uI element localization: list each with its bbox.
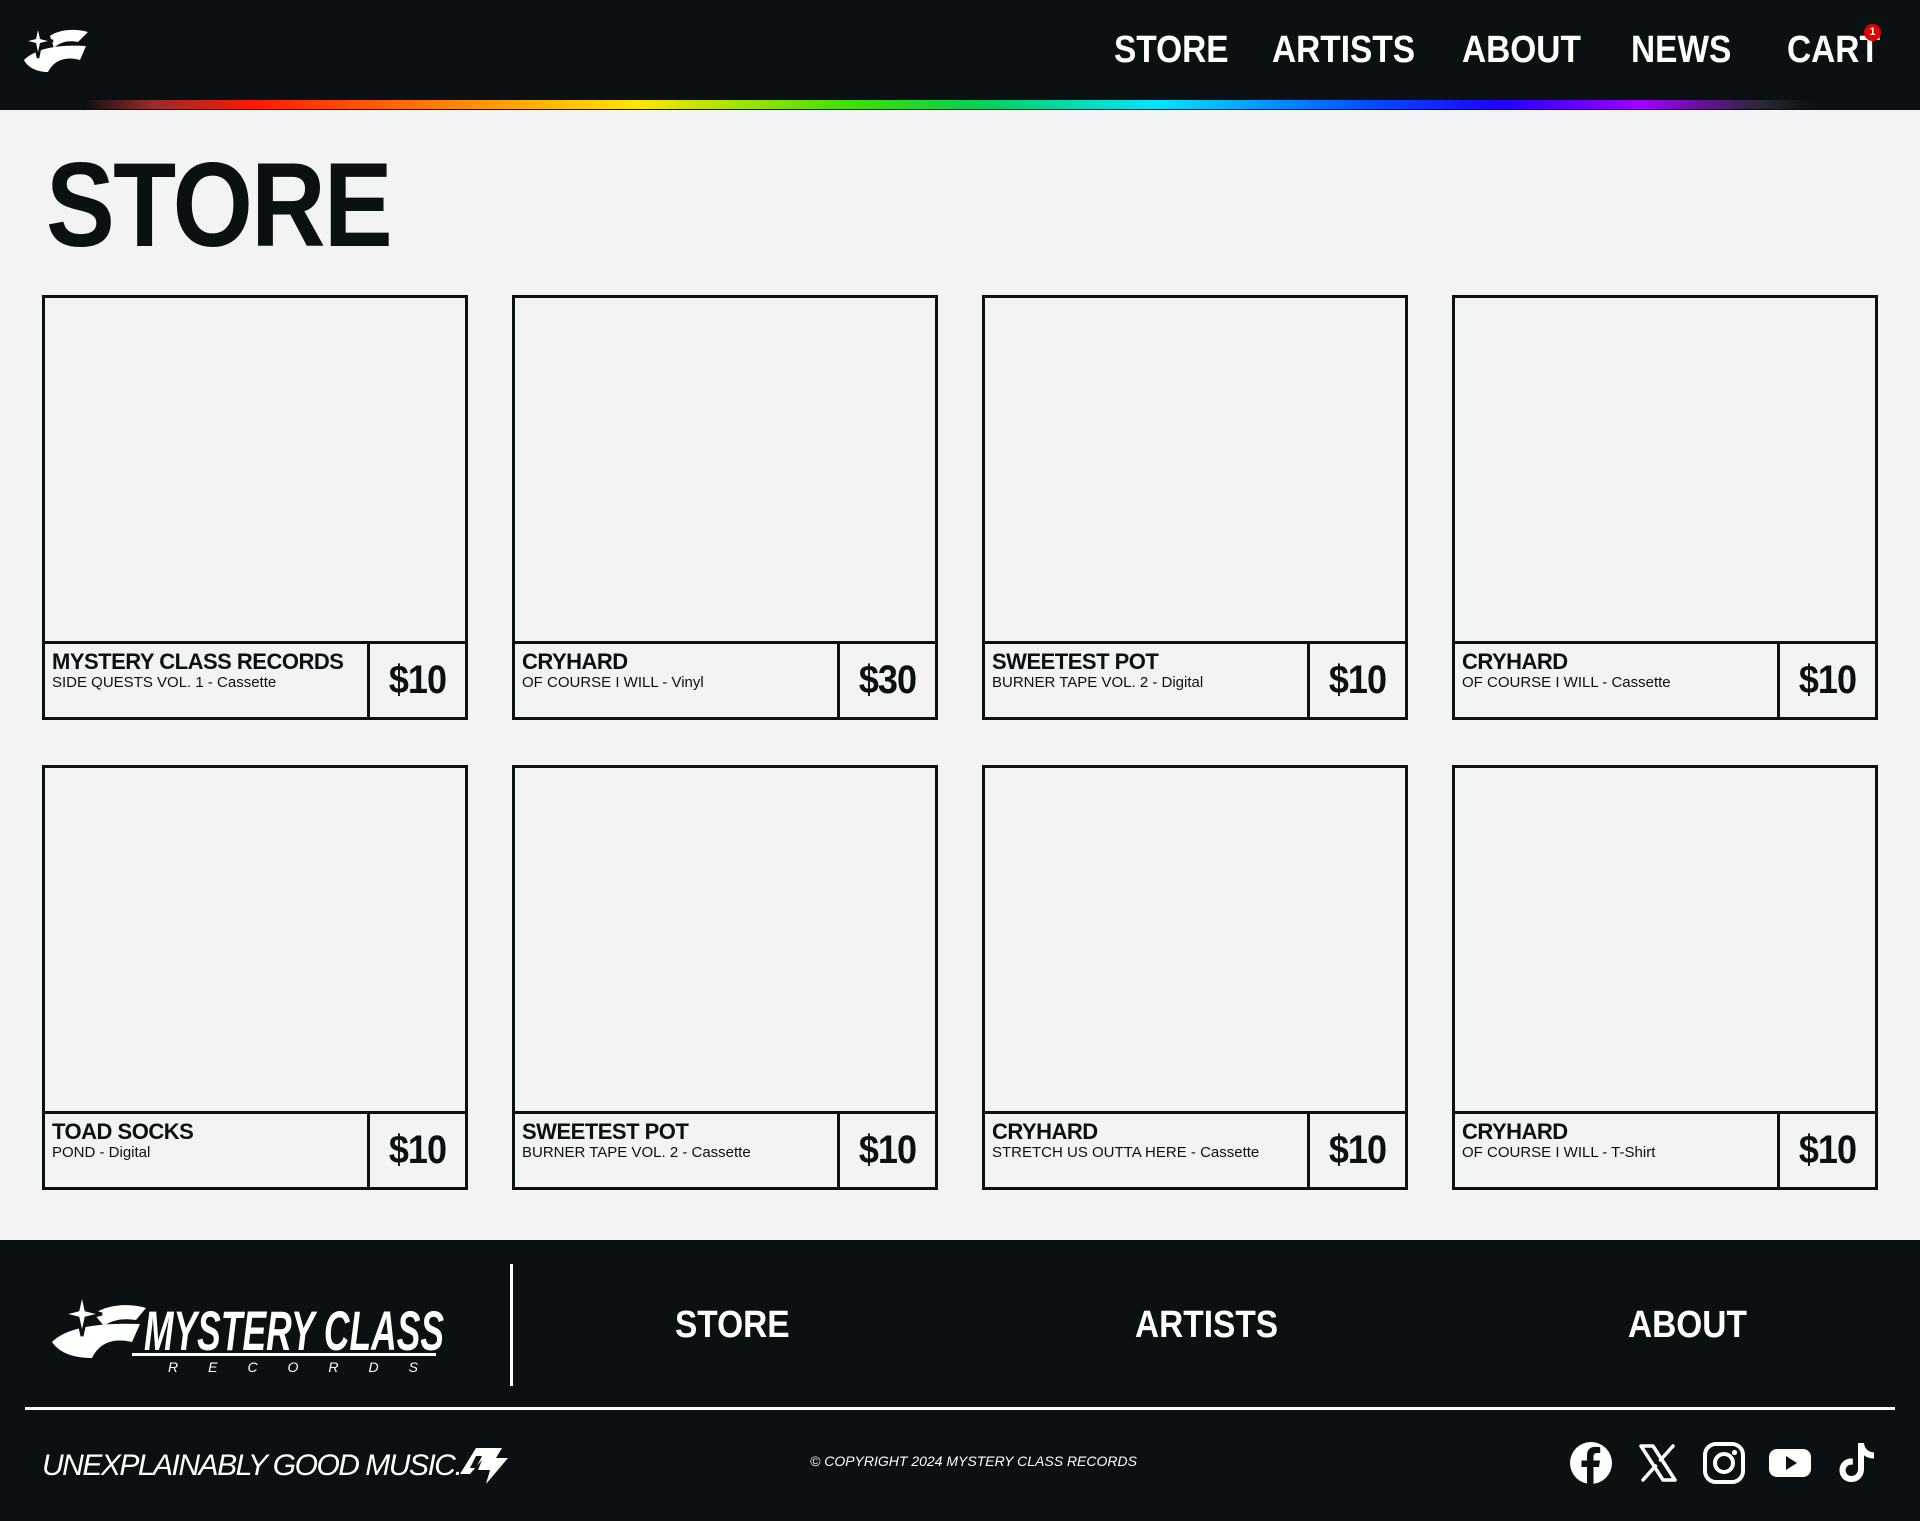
product-image[interactable] — [515, 298, 935, 644]
product-subtitle: STRETCH US OUTTA HERE - Cassette — [992, 1144, 1260, 1161]
product-card[interactable]: CRYHARD STRETCH US OUTTA HERE - Cassette… — [982, 765, 1408, 1190]
mystery-class-records-logo[interactable]: MYSTERY CLASS R E C O R D S — [50, 1280, 450, 1376]
instagram-icon[interactable] — [1701, 1440, 1747, 1486]
nav-store[interactable]: STORE — [1114, 26, 1229, 74]
product-price: $10 — [1328, 658, 1387, 702]
product-price: $10 — [858, 1128, 917, 1172]
product-info: CRYHARD STRETCH US OUTTA HERE - Cassette — [985, 1114, 1310, 1187]
product-info: CRYHARD OF COURSE I WILL - Cassette — [1455, 644, 1780, 717]
product-price: $10 — [388, 1128, 447, 1172]
cart-count-badge: 1 — [1864, 24, 1881, 41]
product-price: $10 — [1798, 1128, 1857, 1172]
x-icon[interactable] — [1635, 1440, 1681, 1486]
site-footer: MYSTERY CLASS R E C O R D S STORE ARTIST… — [0, 1240, 1920, 1521]
product-subtitle: OF COURSE I WILL - Cassette — [1462, 674, 1671, 691]
product-image[interactable] — [985, 298, 1405, 644]
product-artist: MYSTERY CLASS RECORDS — [52, 649, 344, 674]
footer-tagline: UNEXPLAINABLY GOOD MUSIC. — [42, 1449, 463, 1482]
product-artist: CRYHARD — [1462, 649, 1568, 674]
product-card[interactable]: MYSTERY CLASS RECORDS SIDE QUESTS VOL. 1… — [42, 295, 468, 720]
product-card[interactable]: TOAD SOCKS POND - Digital $10 — [42, 765, 468, 1190]
product-price: $10 — [1798, 658, 1857, 702]
product-subtitle: POND - Digital — [52, 1144, 151, 1161]
product-image[interactable] — [45, 298, 465, 644]
nav-news[interactable]: NEWS — [1631, 26, 1731, 74]
product-info: CRYHARD OF COURSE I WILL - Vinyl — [515, 644, 840, 717]
product-info: SWEETEST POT BURNER TAPE VOL. 2 - Casset… — [515, 1114, 840, 1187]
product-info: TOAD SOCKS POND - Digital — [45, 1114, 370, 1187]
facebook-icon[interactable] — [1568, 1440, 1614, 1486]
product-image[interactable] — [1455, 298, 1875, 644]
rainbow-divider — [84, 100, 1814, 109]
product-subtitle: BURNER TAPE VOL. 2 - Cassette — [522, 1144, 751, 1161]
star-swoosh-logo-icon[interactable] — [20, 20, 90, 78]
product-card[interactable]: SWEETEST POT BURNER TAPE VOL. 2 - Digita… — [982, 295, 1408, 720]
product-card[interactable]: CRYHARD OF COURSE I WILL - T-Shirt $10 — [1452, 765, 1878, 1190]
product-subtitle: OF COURSE I WILL - Vinyl — [522, 674, 704, 691]
product-subtitle: OF COURSE I WILL - T-Shirt — [1462, 1144, 1656, 1161]
product-info: MYSTERY CLASS RECORDS SIDE QUESTS VOL. 1… — [45, 644, 370, 717]
product-info: CRYHARD OF COURSE I WILL - T-Shirt — [1455, 1114, 1780, 1187]
product-price: $30 — [858, 658, 917, 702]
product-image[interactable] — [45, 768, 465, 1114]
footer-vertical-divider — [510, 1264, 513, 1386]
product-artist: SWEETEST POT — [992, 649, 1159, 674]
product-card[interactable]: SWEETEST POT BURNER TAPE VOL. 2 - Casset… — [512, 765, 938, 1190]
product-artist: CRYHARD — [1462, 1119, 1568, 1144]
product-artist: SWEETEST POT — [522, 1119, 689, 1144]
lightning-badge-icon — [460, 1448, 508, 1484]
product-image[interactable] — [515, 768, 935, 1114]
product-subtitle: SIDE QUESTS VOL. 1 - Cassette — [52, 674, 277, 691]
site-header: STORE ARTISTS ABOUT NEWS CART 1 — [0, 0, 1920, 110]
footer-horizontal-divider — [25, 1407, 1895, 1410]
product-card[interactable]: CRYHARD OF COURSE I WILL - Cassette $10 — [1452, 295, 1878, 720]
product-subtitle: BURNER TAPE VOL. 2 - Digital — [992, 674, 1204, 691]
copyright-text: © COPYRIGHT 2024 MYSTERY CLASS RECORDS — [810, 1453, 1137, 1469]
product-price: $10 — [388, 658, 447, 702]
product-artist: CRYHARD — [522, 649, 628, 674]
youtube-icon[interactable] — [1767, 1440, 1813, 1486]
footer-link-about[interactable]: ABOUT — [1628, 1302, 1747, 1348]
nav-artists[interactable]: ARTISTS — [1272, 26, 1415, 74]
product-artist: TOAD SOCKS — [52, 1119, 194, 1144]
product-card[interactable]: CRYHARD OF COURSE I WILL - Vinyl $30 — [512, 295, 938, 720]
tiktok-icon[interactable] — [1834, 1440, 1880, 1486]
footer-link-artists[interactable]: ARTISTS — [1135, 1302, 1278, 1348]
svg-text:MYSTERY CLASS: MYSTERY CLASS — [144, 1299, 444, 1362]
product-image[interactable] — [985, 768, 1405, 1114]
product-info: SWEETEST POT BURNER TAPE VOL. 2 - Digita… — [985, 644, 1310, 717]
page-title: STORE — [46, 138, 393, 272]
product-price: $10 — [1328, 1128, 1387, 1172]
footer-link-store[interactable]: STORE — [675, 1302, 790, 1348]
product-image[interactable] — [1455, 768, 1875, 1114]
product-artist: CRYHARD — [992, 1119, 1098, 1144]
nav-about[interactable]: ABOUT — [1462, 26, 1581, 74]
